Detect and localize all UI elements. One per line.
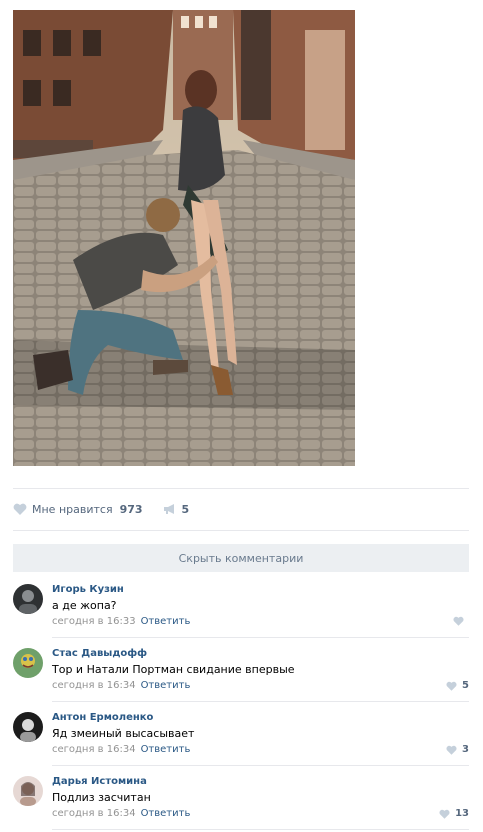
comment-text: Тор и Натали Портман свидание впервые xyxy=(52,663,295,676)
comment: Антон Ермоленко Яд змеиный высасывает се… xyxy=(13,702,469,766)
reply-link[interactable]: Ответить xyxy=(141,744,191,755)
heart-icon xyxy=(446,681,457,691)
comment-date[interactable]: сегодня в 16:33 xyxy=(52,616,136,627)
heart-icon xyxy=(446,745,457,755)
divider xyxy=(52,829,469,830)
comment-meta: сегодня в 16:34 Ответить xyxy=(52,808,190,819)
comment-like-count: 3 xyxy=(462,744,469,755)
avatar[interactable] xyxy=(13,776,43,806)
divider xyxy=(13,488,469,489)
comment-date[interactable]: сегодня в 16:34 xyxy=(52,808,136,819)
heart-icon xyxy=(13,503,27,515)
comment-text: а де жопа? xyxy=(52,599,117,612)
comment-date[interactable]: сегодня в 16:34 xyxy=(52,744,136,755)
divider xyxy=(13,530,469,531)
comment-like-count: 13 xyxy=(455,808,469,819)
reply-link[interactable]: Ответить xyxy=(141,808,191,819)
comment-meta: сегодня в 16:34 Ответить xyxy=(52,680,190,691)
avatar[interactable] xyxy=(13,584,43,614)
comment-like-count: 5 xyxy=(462,680,469,691)
comment-text: Яд змеиный высасывает xyxy=(52,727,195,740)
comment-like-button[interactable]: 5 xyxy=(446,680,469,691)
comment-text: Подлиз засчитан xyxy=(52,791,151,804)
like-button[interactable]: Мне нравится 973 xyxy=(13,503,143,516)
post-photo[interactable] xyxy=(13,10,355,466)
comment-like-button[interactable] xyxy=(453,616,469,626)
comment: Дарья Истомина Подлиз засчитан сегодня в… xyxy=(13,766,469,830)
share-button[interactable]: 5 xyxy=(163,502,190,516)
post-actions: Мне нравится 973 5 xyxy=(13,500,189,518)
hide-comments-button[interactable]: Скрыть комментарии xyxy=(13,544,469,572)
comment-meta: сегодня в 16:33 Ответить xyxy=(52,616,190,627)
heart-icon xyxy=(453,616,464,626)
comment-meta: сегодня в 16:34 Ответить xyxy=(52,744,190,755)
comment-author[interactable]: Игорь Кузин xyxy=(52,584,124,595)
avatar[interactable] xyxy=(13,712,43,742)
comment: Игорь Кузин а де жопа? сегодня в 16:33 От… xyxy=(13,574,469,638)
comment-author[interactable]: Антон Ермоленко xyxy=(52,712,153,723)
comment-like-button[interactable]: 13 xyxy=(439,808,469,819)
share-count: 5 xyxy=(181,502,190,516)
comment-date[interactable]: сегодня в 16:34 xyxy=(52,680,136,691)
reply-link[interactable]: Ответить xyxy=(141,680,191,691)
comment-author[interactable]: Дарья Истомина xyxy=(52,776,147,787)
comment-like-button[interactable]: 3 xyxy=(446,744,469,755)
like-count: 973 xyxy=(119,502,143,516)
reply-link[interactable]: Ответить xyxy=(141,616,191,627)
megaphone-icon xyxy=(163,504,174,514)
avatar[interactable] xyxy=(13,648,43,678)
like-label: Мне нравится xyxy=(32,502,113,516)
comment: Стас Давыдофф Тор и Натали Портман свида… xyxy=(13,638,469,702)
heart-icon xyxy=(439,809,450,819)
comment-author[interactable]: Стас Давыдофф xyxy=(52,648,147,659)
